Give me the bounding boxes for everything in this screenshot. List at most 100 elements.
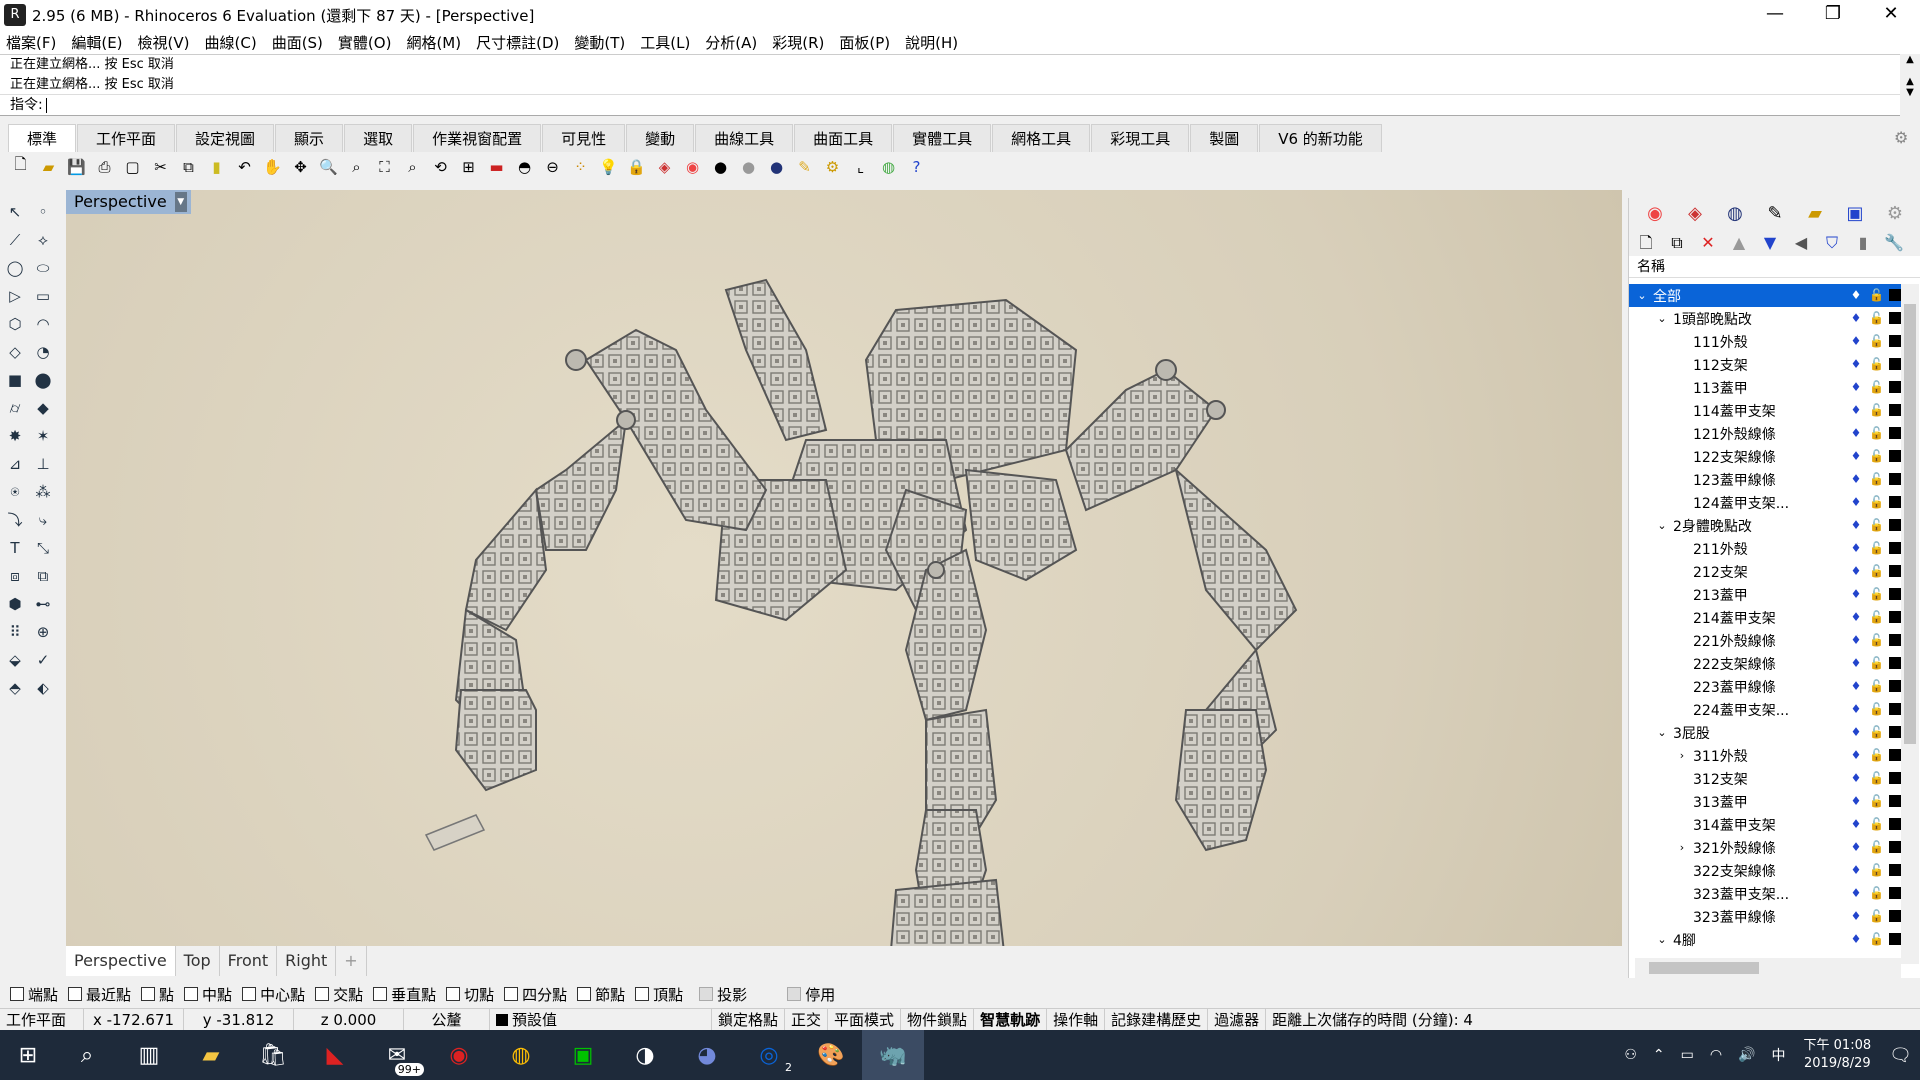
osnap-checkbox[interactable]	[242, 987, 257, 1001]
render-panel-icon[interactable]: ◍	[1715, 200, 1755, 228]
display-panel-icon[interactable]: ▣	[1835, 200, 1875, 228]
open-folder-icon[interactable]: ▰	[36, 154, 61, 179]
transform-icon[interactable]: ⧈	[2, 564, 28, 588]
osnap-checkbox[interactable]	[68, 987, 83, 1001]
layer-row[interactable]: 213蓋甲 ♦ 🔓	[1629, 583, 1901, 606]
fillet-icon[interactable]: ✶	[30, 424, 56, 448]
cylinder-icon[interactable]: ⌭	[2, 396, 28, 420]
cut-icon[interactable]: ✂	[148, 154, 173, 179]
light-bulb-icon[interactable]: 💡	[596, 154, 621, 179]
osnap-checkbox[interactable]	[504, 987, 519, 1001]
curve-icon[interactable]: ⟡	[30, 228, 56, 252]
tab-drafting[interactable]: 製圖	[1190, 124, 1259, 152]
shaded-sphere-icon[interactable]: ●	[764, 154, 789, 179]
lock-icon[interactable]: 🔓	[1869, 862, 1884, 878]
material-sphere-icon[interactable]: ●	[736, 154, 761, 179]
search-icon[interactable]: ⌕	[56, 1030, 118, 1080]
lock-icon[interactable]: 🔓	[1869, 770, 1884, 786]
tab-cplanes[interactable]: 工作平面	[77, 124, 176, 152]
minimize-button[interactable]: —	[1746, 0, 1804, 30]
light-icon[interactable]: ⬖	[30, 676, 56, 700]
osnap-checkbox[interactable]	[373, 987, 388, 1001]
visibility-bulb-icon[interactable]: ♦	[1849, 563, 1863, 579]
discord-icon[interactable]: ◕	[676, 1030, 738, 1080]
menu-help[interactable]: 說明(H)	[905, 32, 958, 53]
rhino-taskbar-icon[interactable]: 🦏	[862, 1030, 924, 1080]
layer-row[interactable]: › 311外殼 ♦ 🔓	[1629, 744, 1901, 767]
lock-icon[interactable]: 🔓	[1869, 379, 1884, 395]
expand-chevron-icon[interactable]: ⌄	[1635, 289, 1649, 302]
clock[interactable]: 下午 01:08 2019/8/29	[1804, 1037, 1872, 1073]
visibility-bulb-icon[interactable]: ♦	[1849, 885, 1863, 901]
ime-indicator[interactable]: 中	[1772, 1045, 1786, 1065]
osnap-option[interactable]: 頂點	[635, 984, 683, 1005]
menu-transform[interactable]: 變動(T)	[574, 32, 625, 53]
visibility-bulb-icon[interactable]: ♦	[1849, 517, 1863, 533]
expand-chevron-icon[interactable]: ⌄	[1655, 933, 1669, 946]
options-gear-icon[interactable]: ⚙	[820, 154, 845, 179]
analyze-icon[interactable]: ⬙	[2, 648, 28, 672]
status-planar[interactable]: 平面模式	[828, 1008, 902, 1031]
menu-file[interactable]: 檔案(F)	[6, 32, 56, 53]
layer-color-swatch[interactable]	[1889, 588, 1901, 600]
tab-viewport-layout[interactable]: 作業視窗配置	[413, 124, 542, 152]
zoom-window-icon[interactable]: ⌕	[344, 154, 369, 179]
zoom-selected-icon[interactable]: ⌕	[400, 154, 425, 179]
text-icon[interactable]: T	[2, 536, 28, 560]
add-viewport-tab-button[interactable]: +	[336, 946, 367, 976]
status-layer[interactable]: 預設值	[490, 1008, 712, 1031]
lamp-icon[interactable]: ✎	[792, 154, 817, 179]
visibility-bulb-icon[interactable]: ♦	[1849, 724, 1863, 740]
layer-color-swatch[interactable]	[1889, 473, 1901, 485]
layer-color-swatch[interactable]	[1889, 565, 1901, 577]
layer-color-swatch[interactable]	[1889, 496, 1901, 508]
visibility-bulb-icon[interactable]: ♦	[1849, 816, 1863, 832]
paste-icon[interactable]: ▮	[204, 154, 229, 179]
array-icon[interactable]: ⠿	[2, 620, 28, 644]
lock-icon[interactable]: 🔓	[1869, 678, 1884, 694]
layer-color-swatch[interactable]	[1889, 795, 1901, 807]
lock-icon[interactable]: 🔓	[1869, 816, 1884, 832]
lock-icon[interactable]: 🔓	[1869, 517, 1884, 533]
tab-select[interactable]: 選取	[344, 124, 413, 152]
menu-tools[interactable]: 工具(L)	[640, 32, 690, 53]
cplane-icon[interactable]: ⊖	[540, 154, 565, 179]
trim-icon[interactable]: ⤷	[30, 508, 56, 532]
layer-color-swatch[interactable]	[1889, 703, 1901, 715]
visibility-bulb-icon[interactable]: ♦	[1849, 310, 1863, 326]
osnap-option[interactable]: 垂直點	[373, 984, 436, 1005]
collapse-chevron-icon[interactable]: ›	[1675, 841, 1689, 854]
status-smarttrack[interactable]: 智慧軌跡	[974, 1008, 1048, 1031]
zoom-extents-icon[interactable]: ⛶	[372, 154, 397, 179]
car-icon[interactable]: ▬	[484, 154, 509, 179]
layer-row[interactable]: 214蓋甲支架 ♦ 🔓	[1629, 606, 1901, 629]
filter-icon[interactable]: ⛉	[1821, 232, 1843, 254]
status-cplane[interactable]: 工作平面	[0, 1008, 84, 1031]
layer-row[interactable]: 312支架 ♦ 🔓	[1629, 767, 1901, 790]
save-icon[interactable]: 💾	[64, 154, 89, 179]
layer-icon[interactable]: ◈	[652, 154, 677, 179]
osnap-option[interactable]: 最近點	[68, 984, 131, 1005]
select-arrow-icon[interactable]: ↖	[2, 200, 28, 224]
copy-icon[interactable]: ⧉	[176, 154, 201, 179]
menu-render[interactable]: 彩現(R)	[772, 32, 824, 53]
undo-icon[interactable]: ↶	[232, 154, 257, 179]
visibility-bulb-icon[interactable]: ♦	[1849, 701, 1863, 717]
menu-analyze[interactable]: 分析(A)	[705, 32, 757, 53]
visibility-bulb-icon[interactable]: ♦	[1849, 908, 1863, 924]
tab-surface-tools[interactable]: 曲面工具	[794, 124, 893, 152]
circle-icon[interactable]: ◯	[2, 256, 28, 280]
game-app-icon[interactable]: ◣	[304, 1030, 366, 1080]
notification-icon[interactable]: 🗨	[1889, 1045, 1912, 1066]
osnap-option[interactable]: 切點	[446, 984, 494, 1005]
steam-icon[interactable]: ◑	[614, 1030, 676, 1080]
help-icon[interactable]: ?	[904, 154, 929, 179]
layers-vertical-scrollbar[interactable]	[1901, 284, 1919, 964]
visibility-bulb-icon[interactable]: ♦	[1849, 425, 1863, 441]
layer-row[interactable]: 323蓋甲線條 ♦ 🔓	[1629, 905, 1901, 928]
render-sphere-icon[interactable]: ●	[708, 154, 733, 179]
lock-icon[interactable]: 🔓	[1869, 885, 1884, 901]
check-icon[interactable]: ✓	[30, 648, 56, 672]
layer-page-icon[interactable]: ▮	[1852, 232, 1874, 254]
render-icon[interactable]: ⬘	[2, 676, 28, 700]
